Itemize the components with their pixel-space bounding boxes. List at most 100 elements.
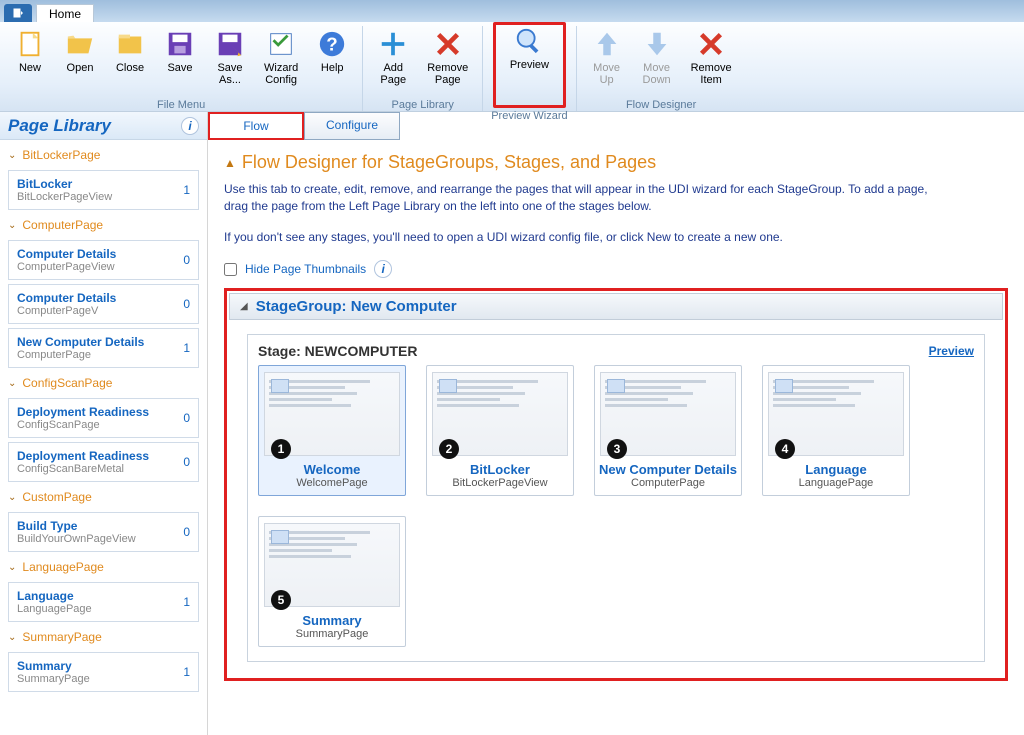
ribbon-group-label: Flow Designer [626, 99, 696, 111]
page-title: Summary [302, 613, 361, 628]
wizard-config-icon [265, 28, 297, 60]
magnifier-icon [513, 25, 545, 57]
page-order-badge: 5 [271, 590, 291, 610]
title-bar: Home [0, 0, 1024, 22]
library-item-count: 1 [183, 665, 190, 679]
help-button[interactable]: ?Help [310, 26, 354, 97]
stage-preview-link[interactable]: Preview [929, 344, 974, 358]
ribbon-group-page-library: Add Page Remove Page Page Library [371, 26, 483, 111]
library-item-subtitle: BitLockerPageView [17, 191, 112, 203]
remove-item-button[interactable]: Remove Item [685, 26, 738, 97]
library-item-subtitle: SummaryPage [17, 673, 90, 685]
library-item[interactable]: Deployment ReadinessConfigScanBareMetal0 [8, 442, 199, 482]
library-item-subtitle: LanguagePage [17, 603, 92, 615]
page-order-badge: 3 [607, 439, 627, 459]
library-item-title: Language [17, 589, 92, 603]
page-subtitle: SummaryPage [296, 628, 369, 640]
chevron-down-icon: ⌄ [8, 492, 16, 503]
library-item-count: 1 [183, 183, 190, 197]
page-subtitle: BitLockerPageView [452, 477, 547, 489]
page-library-title: Page Library [8, 116, 175, 136]
library-item-subtitle: ConfigScanPage [17, 419, 149, 431]
stage-page-card[interactable]: 2BitLockerBitLockerPageView [426, 365, 574, 496]
app-menu-button[interactable] [4, 4, 32, 22]
library-item-count: 0 [183, 253, 190, 267]
open-button[interactable]: Open [58, 26, 102, 97]
add-page-button[interactable]: Add Page [371, 26, 415, 97]
ribbon-group-preview-wizard: Preview Preview Wizard [491, 26, 576, 111]
stagegroup-header[interactable]: ◢ StageGroup: New Computer [229, 293, 1003, 320]
close-button[interactable]: Close [108, 26, 152, 97]
hide-thumbnails-label[interactable]: Hide Page Thumbnails [245, 262, 366, 276]
move-up-button[interactable]: Move Up [585, 26, 629, 97]
move-down-button[interactable]: Move Down [635, 26, 679, 97]
library-item-subtitle: ComputerPageView [17, 261, 116, 273]
ribbon-group-label: File Menu [157, 99, 205, 111]
remove-page-button[interactable]: Remove Page [421, 26, 474, 97]
page-order-badge: 1 [271, 439, 291, 459]
page-order-badge: 4 [775, 439, 795, 459]
hide-thumbnails-checkbox[interactable] [224, 263, 237, 276]
stage-page-card[interactable]: 3New Computer DetailsComputerPage [594, 365, 742, 496]
library-item[interactable]: Build TypeBuildYourOwnPageView0 [8, 512, 199, 552]
library-category[interactable]: ⌄SummaryPage [0, 626, 207, 648]
page-title: New Computer Details [599, 462, 737, 477]
tab-flow[interactable]: Flow [208, 112, 304, 140]
preview-button[interactable]: Preview [493, 22, 566, 108]
library-item[interactable]: BitLockerBitLockerPageView 1 [8, 170, 199, 210]
library-item[interactable]: Computer DetailsComputerPageV0 [8, 284, 199, 324]
stage-pages: 1WelcomeWelcomePage2BitLockerBitLockerPa… [258, 365, 974, 647]
library-item-count: 1 [183, 341, 190, 355]
info-icon[interactable]: i [374, 260, 392, 278]
stage-page-card[interactable]: 1WelcomeWelcomePage [258, 365, 406, 496]
library-item-title: Deployment Readiness [17, 449, 149, 463]
library-item-count: 1 [183, 595, 190, 609]
main-tabs: Flow Configure [208, 112, 1024, 140]
ribbon-tab-home[interactable]: Home [36, 4, 94, 22]
library-category[interactable]: ⌄BitLockerPage [0, 144, 207, 166]
chevron-down-icon: ⌄ [8, 378, 16, 389]
page-library-list: ⌄BitLockerPage BitLockerBitLockerPageView… [0, 140, 207, 735]
library-item[interactable]: New Computer DetailsComputerPage1 [8, 328, 199, 368]
library-category[interactable]: ⌄ConfigScanPage [0, 372, 207, 394]
stage-box: Stage: NEWCOMPUTER Preview 1WelcomeWelco… [247, 334, 985, 662]
help-icon: ? [316, 28, 348, 60]
close-folder-icon [114, 28, 146, 60]
ribbon: New Open Close Save Save As... Wizard Co… [0, 22, 1024, 112]
library-item-count: 0 [183, 411, 190, 425]
open-folder-icon [64, 28, 96, 60]
library-category[interactable]: ⌄CustomPage [0, 486, 207, 508]
library-item-title: Computer Details [17, 291, 116, 305]
library-item-subtitle: ComputerPage [17, 349, 144, 361]
library-item-count: 0 [183, 455, 190, 469]
library-item[interactable]: Computer DetailsComputerPageView0 [8, 240, 199, 280]
svg-text:?: ? [327, 34, 338, 55]
info-icon[interactable]: i [181, 117, 199, 135]
library-item[interactable]: LanguageLanguagePage 1 [8, 582, 199, 622]
page-subtitle: LanguagePage [799, 477, 874, 489]
library-item-title: BitLocker [17, 177, 112, 191]
tab-configure[interactable]: Configure [304, 112, 400, 140]
library-category[interactable]: ⌄ComputerPage [0, 214, 207, 236]
flow-content: ▲ Flow Designer for StageGroups, Stages,… [208, 140, 1024, 735]
page-order-badge: 2 [439, 439, 459, 459]
collapse-icon[interactable]: ◢ [240, 301, 248, 312]
arrow-up-icon [591, 28, 623, 60]
library-category[interactable]: ⌄LanguagePage [0, 556, 207, 578]
collapse-icon[interactable]: ▲ [224, 156, 236, 170]
x-icon [432, 28, 464, 60]
library-item[interactable]: SummarySummaryPage1 [8, 652, 199, 692]
new-icon [14, 28, 46, 60]
arrow-down-icon [641, 28, 673, 60]
flow-designer-heading: ▲ Flow Designer for StageGroups, Stages,… [224, 152, 1008, 173]
stage-page-card[interactable]: 4LanguageLanguagePage [762, 365, 910, 496]
library-item[interactable]: Deployment ReadinessConfigScanPage0 [8, 398, 199, 438]
page-library-panel: Page Library i ⌄BitLockerPage BitLockerBi… [0, 112, 208, 735]
save-button[interactable]: Save [158, 26, 202, 97]
wizard-config-button[interactable]: Wizard Config [258, 26, 304, 97]
stagegroup-box: ◢ StageGroup: New Computer Stage: NEWCOM… [224, 288, 1008, 681]
save-as-icon [214, 28, 246, 60]
save-as-button[interactable]: Save As... [208, 26, 252, 97]
new-button[interactable]: New [8, 26, 52, 97]
stage-page-card[interactable]: 5 SummarySummaryPage [258, 516, 406, 647]
